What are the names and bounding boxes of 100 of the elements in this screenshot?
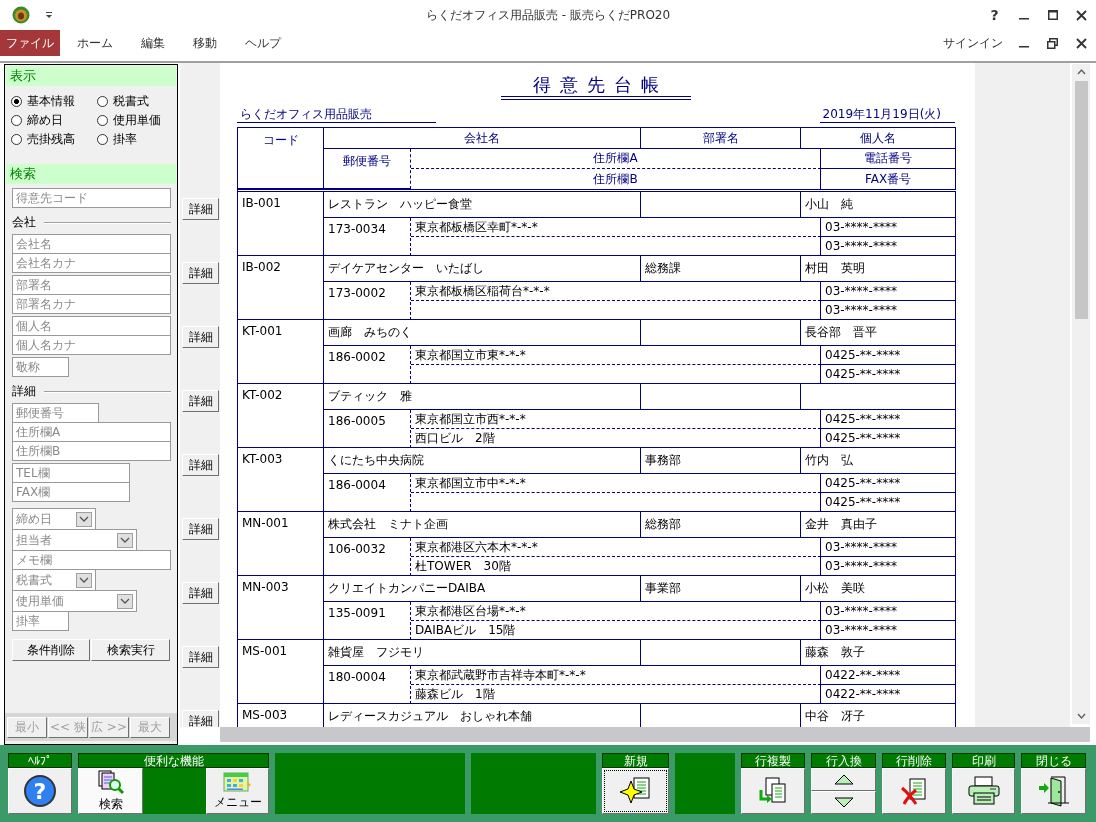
table-cell: 藤森 敦子 xyxy=(801,640,956,666)
column-header: 住所欄A xyxy=(411,149,821,169)
detail-button[interactable]: 詳細 xyxy=(182,518,219,540)
table-cell: 株式会社 ミナト企画 xyxy=(324,512,641,538)
input-field[interactable]: 掛率 xyxy=(12,611,69,631)
radio-option[interactable]: 締め日 xyxy=(11,111,97,130)
dropdown-field[interactable]: 税書式 xyxy=(12,569,96,591)
radio-button[interactable] xyxy=(11,115,22,126)
detail-button[interactable]: 詳細 xyxy=(182,710,219,727)
close-icon xyxy=(1076,37,1087,49)
move-up-button[interactable] xyxy=(811,768,876,791)
table-cell: 小松 美咲 xyxy=(801,576,956,602)
input-field[interactable]: 部署名カナ xyxy=(12,294,171,314)
table-cell: 東京都板橋区稲荷台*-*-* xyxy=(411,282,821,301)
column-header: 住所欄B xyxy=(411,169,821,189)
delete-row-button[interactable] xyxy=(882,768,946,814)
input-field[interactable]: 得意先コード xyxy=(12,188,171,208)
toolbar-panel xyxy=(675,753,735,814)
input-field[interactable]: TEL欄 xyxy=(12,463,130,483)
duplicate-row-button[interactable] xyxy=(741,768,805,814)
window-title: らくだオフィス用品販売 - 販売らくだPRO20 xyxy=(425,6,671,24)
group-label: 詳細 xyxy=(12,383,36,400)
dropdown-field[interactable]: 担当者 xyxy=(12,529,137,551)
radio-option[interactable]: 売掛残高 xyxy=(11,130,97,149)
detail-button[interactable]: 詳細 xyxy=(182,326,219,348)
scrollbar[interactable] xyxy=(1072,64,1090,724)
company-name: らくだオフィス用品販売 xyxy=(237,107,436,123)
chevron-down-icon[interactable] xyxy=(76,572,92,588)
table-cell: 東京都国立市西*-*-* xyxy=(411,410,821,429)
radio-button[interactable] xyxy=(97,134,108,145)
table-cell: 東京都港区六本木*-*-* xyxy=(411,538,821,557)
input-field[interactable]: 個人名 xyxy=(12,316,171,336)
scroll-thumb[interactable] xyxy=(1074,81,1088,319)
search-button[interactable]: 検索 xyxy=(78,768,143,814)
menu-tab[interactable]: ヘルプ xyxy=(231,30,295,56)
document-title: 得意先台帳 xyxy=(501,73,691,100)
radio-button[interactable] xyxy=(97,115,108,126)
input-field[interactable]: 住所欄B xyxy=(12,441,171,461)
radio-button[interactable] xyxy=(11,134,22,145)
column-header: 個人名 xyxy=(801,128,956,149)
group-label: 行削除 xyxy=(882,753,946,768)
column-header: 電話番号 xyxy=(821,149,956,169)
detail-button[interactable]: 詳細 xyxy=(182,454,219,476)
section-header: 検索 xyxy=(6,164,176,184)
group-label: 行複製 xyxy=(741,753,805,768)
chevron-down-icon[interactable] xyxy=(117,532,133,548)
sign-in-link[interactable]: サインイン xyxy=(943,30,1003,56)
up-triangle-icon xyxy=(833,774,854,785)
detail-button[interactable]: 詳細 xyxy=(182,198,219,220)
input-field[interactable]: 会社名カナ xyxy=(12,253,171,273)
detail-button[interactable]: 詳細 xyxy=(182,262,219,284)
dropdown-field[interactable]: 締め日 xyxy=(12,508,96,530)
table-cell: 小山 純 xyxy=(801,192,956,218)
new-button[interactable] xyxy=(602,768,669,814)
detail-button[interactable]: 詳細 xyxy=(182,582,219,604)
move-down-button[interactable] xyxy=(811,791,876,814)
radio-button[interactable] xyxy=(11,96,22,107)
help-button[interactable]: ? xyxy=(980,0,1009,30)
restore-icon xyxy=(1047,37,1058,49)
close-button[interactable] xyxy=(1021,768,1086,814)
group-label: 便利な機能 xyxy=(78,753,269,768)
chevron-down-icon[interactable] xyxy=(117,593,133,609)
radio-option[interactable]: 税書式 xyxy=(97,92,177,111)
radio-option[interactable]: 使用単価 xyxy=(97,111,177,130)
input-field[interactable]: 部署名 xyxy=(12,275,171,295)
column-header: コード xyxy=(238,128,324,189)
menu-tab[interactable]: 移動 xyxy=(179,30,231,56)
table-cell: 03-****-**** xyxy=(821,538,956,557)
table-cell: 03-****-**** xyxy=(821,282,956,301)
help-button[interactable]: ? xyxy=(8,768,72,814)
search-button[interactable]: 検索実行 xyxy=(91,639,170,661)
radio-option[interactable]: 掛率 xyxy=(97,130,177,149)
close-icon xyxy=(1076,9,1087,21)
menu-tab[interactable]: 編集 xyxy=(127,30,179,56)
radio-option[interactable]: 基本情報 xyxy=(11,92,97,111)
table-cell: 画廊 みちのく xyxy=(324,320,641,346)
detail-button[interactable]: 詳細 xyxy=(182,390,219,412)
input-field[interactable]: メモ欄 xyxy=(12,550,171,570)
input-field[interactable]: 郵便番号 xyxy=(12,403,99,423)
input-field[interactable]: 個人名カナ xyxy=(12,335,171,355)
table-cell: レストラン ハッピー食堂 xyxy=(324,192,641,218)
clear-button[interactable]: 条件削除 xyxy=(12,639,90,661)
table-cell: クリエイトカンパニーDAIBA xyxy=(324,576,641,602)
input-field[interactable]: 会社名 xyxy=(12,234,171,254)
input-field[interactable]: FAX欄 xyxy=(12,482,130,502)
menu-button[interactable]: メニュー xyxy=(206,768,269,814)
chevron-down-icon[interactable] xyxy=(76,511,92,527)
menu-tab[interactable]: ファイル xyxy=(0,30,60,56)
table-cell: 0425-**-**** xyxy=(821,474,956,493)
radio-button[interactable] xyxy=(97,96,108,107)
dropdown-icon[interactable] xyxy=(45,11,53,19)
input-field[interactable]: 住所欄A xyxy=(12,422,171,442)
minimize-icon xyxy=(1018,46,1029,48)
detail-button[interactable]: 詳細 xyxy=(182,646,219,668)
print-button[interactable] xyxy=(952,768,1015,814)
report-date: 2019年11月19日(火) xyxy=(820,107,955,123)
dropdown-field[interactable]: 使用単価 xyxy=(12,590,137,612)
table-cell: デイケアセンター いたばし xyxy=(324,256,641,282)
input-field[interactable]: 敬称 xyxy=(12,357,69,377)
menu-tab[interactable]: ホーム xyxy=(63,30,127,56)
